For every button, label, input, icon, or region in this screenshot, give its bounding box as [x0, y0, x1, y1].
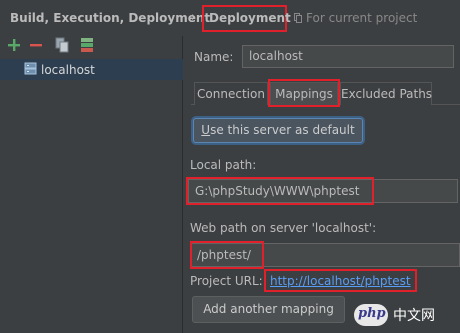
server-icon [24, 62, 37, 75]
tab-excluded-paths[interactable]: Excluded Paths [340, 82, 432, 105]
name-label: Name: [194, 50, 234, 64]
server-list-panel [0, 36, 183, 333]
name-field[interactable]: localhost [242, 45, 454, 68]
breadcrumb-parent[interactable]: Build, Execution, Deployment [10, 11, 210, 25]
local-path-label: Local path: [190, 158, 257, 172]
watermark-logo-text: php [358, 306, 386, 321]
project-url-label: Project URL: [190, 274, 263, 288]
watermark-text: 中文网 [393, 308, 435, 324]
use-as-default-icon[interactable] [80, 37, 94, 53]
minus-icon[interactable] [29, 38, 43, 52]
scope-label: For current project [306, 11, 418, 25]
web-path-label: Web path on server 'localhost': [190, 221, 377, 235]
highlight-box-web-path [190, 241, 264, 269]
copy-icon[interactable] [55, 37, 69, 53]
tab-connection[interactable]: Connection [194, 82, 268, 105]
project-scope-icon [294, 13, 302, 23]
breadcrumb-current: Deployment [209, 11, 291, 25]
server-list-item-label: localhost [41, 63, 95, 77]
default-button-mnemonic: U [201, 123, 211, 137]
highlight-box-project-url [264, 269, 417, 292]
plus-icon[interactable] [7, 38, 21, 52]
default-button-label: se this server as default [210, 123, 355, 137]
highlight-box-local-path [186, 177, 374, 205]
breadcrumb-separator: › [191, 10, 197, 25]
highlight-box-mappings-tab [268, 79, 340, 107]
add-mapping-button[interactable]: Add another mapping [192, 296, 345, 323]
use-as-default-button[interactable]: Use this server as default [193, 118, 363, 143]
